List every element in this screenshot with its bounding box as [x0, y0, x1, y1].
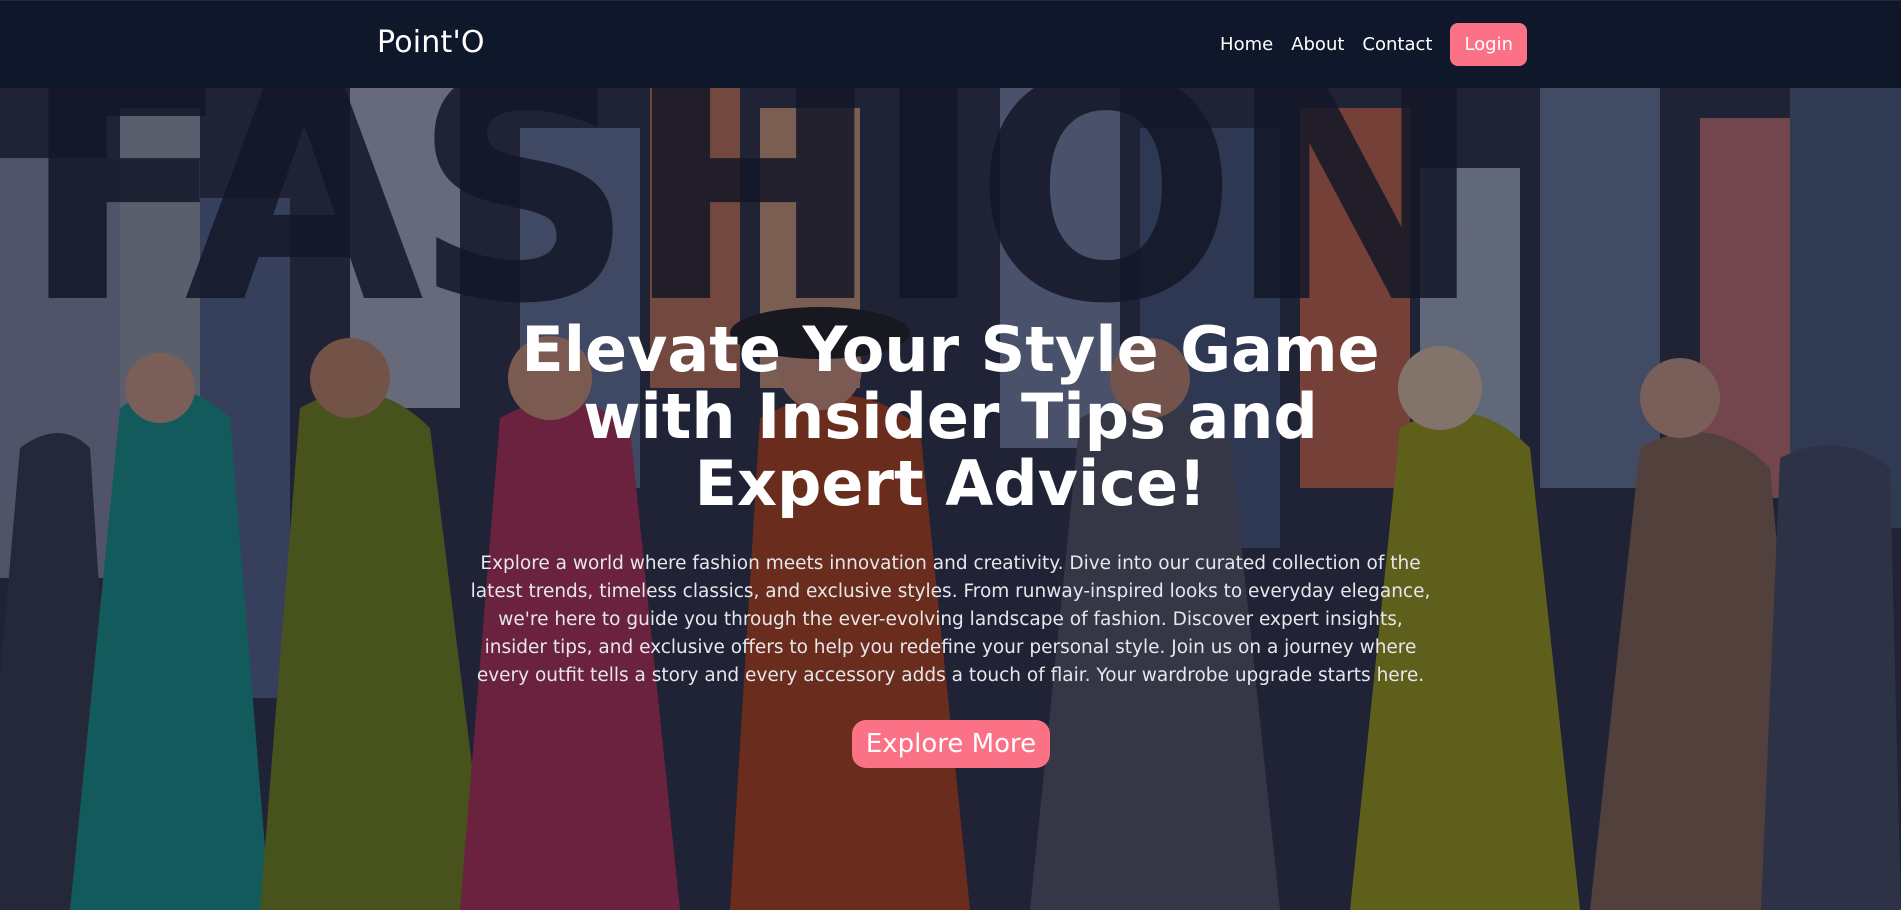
hero-description: Explore a world where fashion meets inno… [470, 553, 1431, 686]
login-button[interactable]: Login [1450, 23, 1527, 66]
hero-heading: Elevate Your Style Game with Insider Tip… [521, 313, 1380, 520]
top-navbar: Point'O Home About Contact Login [0, 0, 1901, 88]
explore-more-button[interactable]: Explore More [852, 720, 1050, 768]
hero-content: Elevate Your Style Game with Insider Tip… [0, 88, 1901, 910]
nav-about-link[interactable]: About [1291, 34, 1344, 55]
nav-home-link[interactable]: Home [1220, 34, 1273, 55]
nav-links: Home About Contact Login [1220, 23, 1527, 66]
hero-section: FASHION Elevate Your Style Game with Ins… [0, 88, 1901, 910]
brand-logo[interactable]: Point'O [377, 25, 485, 60]
nav-contact-link[interactable]: Contact [1362, 34, 1432, 55]
